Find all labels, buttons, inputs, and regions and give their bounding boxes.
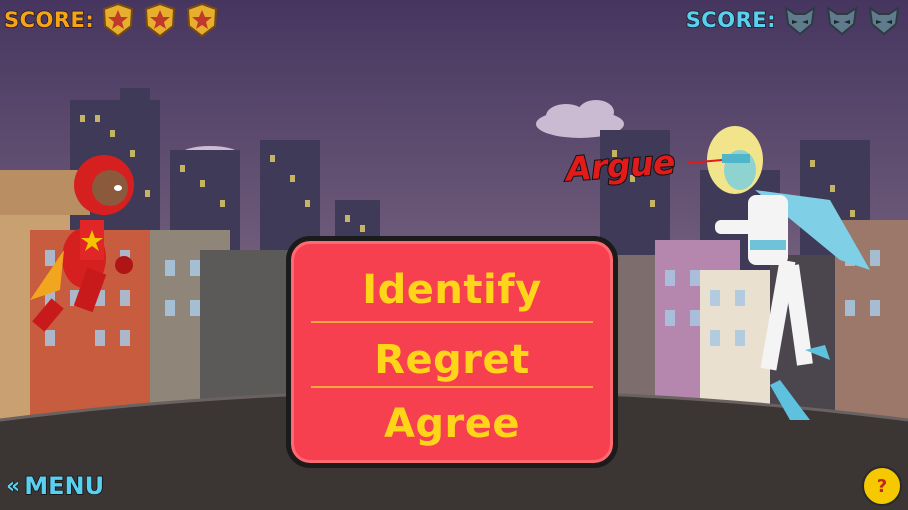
fox-badge-icon: [868, 5, 900, 36]
choice-panel: Identify Regret Agree: [286, 236, 618, 468]
choice-divider: [311, 321, 593, 323]
choice-option-identify[interactable]: Identify: [309, 267, 595, 313]
menu-button[interactable]: « MENU: [5, 471, 105, 501]
game-stage: SCORE: SCORE: Argue Identify Regret Agre…: [0, 0, 908, 510]
choice-option-regret[interactable]: Regret: [309, 337, 595, 383]
help-button[interactable]: ?: [862, 466, 902, 506]
star-badge-icon: [103, 2, 134, 38]
question-mark-icon: ?: [876, 475, 888, 497]
star-badge-icon: [187, 2, 218, 38]
fox-badge-icon: [826, 5, 858, 36]
opponent-score: SCORE:: [685, 2, 902, 38]
fox-badge-icon: [784, 5, 816, 36]
menu-label: MENU: [23, 471, 105, 501]
star-badge-icon: [145, 2, 176, 38]
player-score: SCORE:: [3, 2, 220, 38]
choice-option-agree[interactable]: Agree: [309, 401, 595, 447]
player-score-label: SCORE:: [3, 7, 95, 33]
enemy-word: Argue: [564, 141, 677, 189]
choice-divider: [311, 386, 593, 388]
back-arrow-icon: «: [5, 473, 21, 499]
opponent-score-label: SCORE:: [685, 7, 776, 33]
